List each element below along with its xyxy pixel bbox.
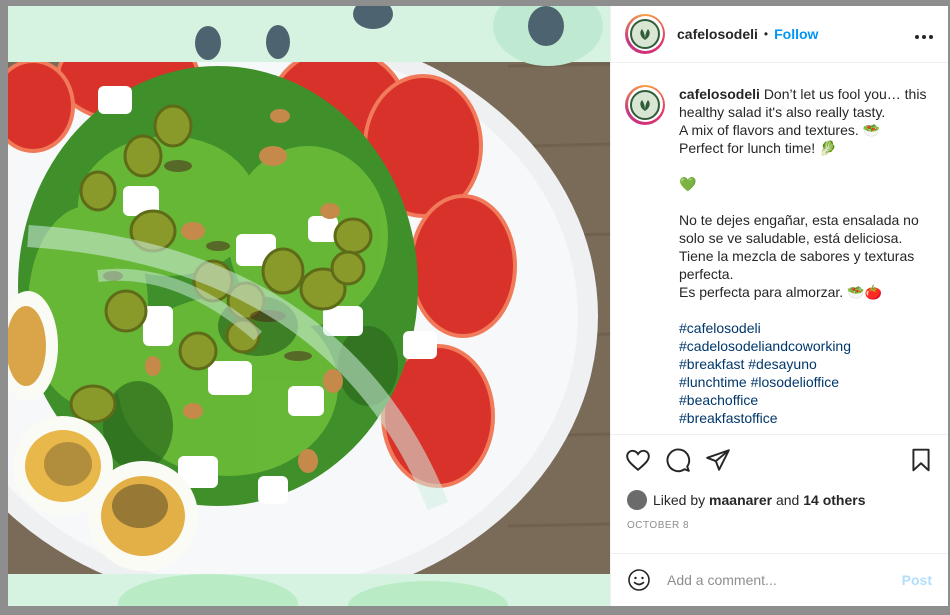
likes-summary: Liked by maanarer and 14 others <box>611 486 948 514</box>
smiley-icon[interactable] <box>627 568 651 592</box>
hashtag-link[interactable]: #breakfast #desayuno <box>679 355 934 373</box>
post-header: cafelosodeli • Follow <box>611 6 948 63</box>
likes-others-link[interactable]: 14 others <box>803 492 865 508</box>
caption-line: Tiene la mezcla de sabores y texturas pe… <box>679 247 915 282</box>
hashtag-link[interactable]: #lunchtime #losodelioffice <box>679 373 934 391</box>
action-bar <box>611 434 948 486</box>
more-options-icon[interactable] <box>914 24 934 44</box>
share-icon[interactable] <box>705 447 731 473</box>
hashtag-link[interactable]: #beachoffice <box>679 391 934 409</box>
instagram-post: cafelosodeli • Follow cafelosodeli Don’t… <box>8 6 948 606</box>
heart-icon[interactable] <box>625 447 651 473</box>
comment-icon[interactable] <box>665 447 691 473</box>
post-details-panel: cafelosodeli • Follow cafelosodeli Don’t… <box>610 6 948 606</box>
hashtag-link[interactable]: #cafelosodeli <box>679 319 934 337</box>
follow-button[interactable]: Follow <box>774 26 818 42</box>
post-photo[interactable] <box>8 6 610 606</box>
likes-prefix: Liked by <box>653 491 706 508</box>
caption-line: Perfect for lunch time! 🥬 <box>679 139 837 156</box>
caption-line: No te dejes engañar, esta ensalada no so… <box>679 211 919 246</box>
header-username[interactable]: cafelosodeli <box>677 26 758 42</box>
post-comment-button[interactable]: Post <box>902 572 932 588</box>
separator-dot: • <box>763 26 769 41</box>
comment-input[interactable] <box>667 572 902 589</box>
caption-text: cafelosodeli Don’t let us fool you… this… <box>679 85 934 435</box>
caption-line: Es perfecta para almorzar. 🥗🍅 <box>679 283 882 300</box>
leaf-logo-icon <box>630 18 660 49</box>
likes-and: and <box>775 491 800 508</box>
bookmark-icon[interactable] <box>908 447 934 473</box>
liker-username[interactable]: maanarer <box>709 492 772 508</box>
caption-username[interactable]: cafelosodeli <box>679 86 760 102</box>
liker-avatar[interactable] <box>627 489 647 510</box>
add-comment-bar: Post <box>611 553 948 606</box>
hashtag-link[interactable]: #breakfastoffice <box>679 409 934 427</box>
caption-area: cafelosodeli Don’t let us fool you… this… <box>611 63 948 435</box>
caption-line: 💚 <box>679 175 697 192</box>
salad-image <box>8 6 610 606</box>
caption-line: A mix of flavors and textures. 🥗 <box>679 121 881 138</box>
post-date[interactable]: OCTOBER 8 <box>611 514 948 554</box>
hashtag-link[interactable]: #cadelosodeliandcoworking <box>679 337 934 355</box>
avatar[interactable] <box>625 13 665 54</box>
leaf-logo-icon <box>630 89 660 120</box>
caption-avatar[interactable] <box>625 84 665 125</box>
